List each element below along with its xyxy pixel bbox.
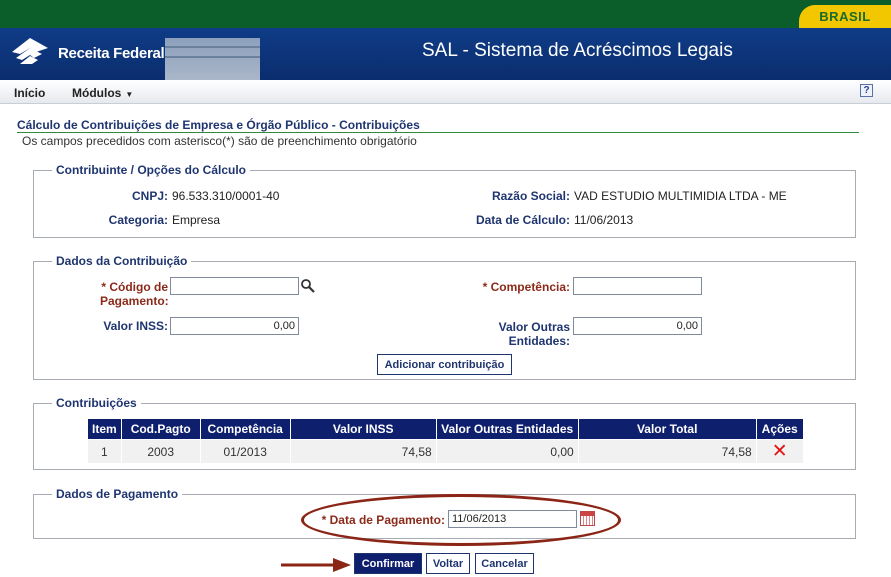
highlight-ellipse: [301, 494, 621, 546]
col-valor-total: Valor Total: [577, 418, 757, 440]
contributions-table: Item Cod.Pagto Competência Valor INSS Va…: [87, 418, 804, 464]
help-icon[interactable]: ?: [860, 84, 873, 97]
receita-logo[interactable]: Receita Federal: [8, 34, 165, 72]
menu-modules[interactable]: Módulos ▼: [72, 86, 133, 100]
valor-outras-label: Valor Outras: [498, 320, 570, 334]
col-competencia: Competência: [199, 418, 291, 440]
table-row: 1 2003 01/2013 74,58 0,00 74,58 ✕: [87, 439, 804, 464]
back-button[interactable]: Voltar: [426, 553, 470, 574]
building-image: [165, 38, 260, 80]
cell-competencia: 01/2013: [199, 439, 291, 464]
cell-valor-inss: 74,58: [289, 439, 437, 464]
contribuicoes-legend: Contribuições: [52, 396, 141, 410]
valor-inss-label: Valor INSS:: [103, 319, 168, 333]
col-acoes: Ações: [755, 418, 804, 440]
search-icon[interactable]: [300, 278, 315, 293]
valor-outras-input[interactable]: 0,00: [573, 317, 702, 335]
cell-valor-outras: 0,00: [435, 439, 579, 464]
cell-item: 1: [87, 439, 122, 464]
cnpj-value: 96.533.310/0001-40: [172, 189, 280, 203]
cnpj-label: CNPJ:: [131, 189, 168, 203]
competencia-input[interactable]: [573, 277, 702, 295]
contribuinte-legend: Contribuinte / Opções do Cálculo: [52, 163, 251, 177]
dados-contribuicao-legend: Dados da Contribuição: [52, 254, 192, 268]
codigo-pagamento-label-2: Pagamento:: [100, 294, 169, 308]
razao-social-value: VAD ESTUDIO MULTIMIDIA LTDA - ME: [574, 189, 787, 203]
data-calculo-label: Data de Cálculo:: [475, 213, 570, 227]
col-valor-outras: Valor Outras Entidades: [435, 418, 579, 440]
system-title: SAL - Sistema de Acréscimos Legais: [422, 40, 733, 61]
page-title: Cálculo de Contribuições de Empresa e Ór…: [17, 118, 420, 132]
valor-outras-label-2: Entidades:: [508, 334, 570, 348]
data-calculo-value: 11/06/2013: [574, 213, 634, 227]
col-item: Item: [87, 418, 122, 440]
cell-valor-total: 74,58: [577, 439, 757, 464]
add-contribution-button[interactable]: Adicionar contribuição: [377, 354, 512, 375]
arrow-right-icon: [281, 558, 351, 572]
delete-x-icon[interactable]: ✕: [772, 442, 788, 461]
valor-inss-input[interactable]: 0,00: [170, 317, 299, 335]
confirm-button[interactable]: Confirmar: [354, 553, 422, 574]
menu-bar: Início Módulos ▼ ?: [0, 80, 891, 104]
menu-home[interactable]: Início: [14, 86, 45, 100]
pagamento-legend: Dados de Pagamento: [52, 487, 183, 501]
col-cod-pagto: Cod.Pagto: [120, 418, 201, 440]
categoria-value: Empresa: [172, 213, 221, 227]
site-header: Receita Federal SAL - Sistema de Acrésci…: [0, 28, 891, 80]
cancel-button[interactable]: Cancelar: [475, 553, 534, 574]
categoria-label: Categoria:: [108, 213, 168, 227]
receita-emblem-icon: [12, 38, 48, 64]
codigo-pagamento-input[interactable]: [170, 277, 299, 295]
codigo-pagamento-label: * Código de: [101, 280, 168, 294]
menu-modules-label: Módulos: [72, 86, 122, 100]
competencia-label: * Competência:: [482, 280, 570, 294]
col-valor-inss: Valor INSS: [289, 418, 437, 440]
gov-bar: [0, 0, 891, 28]
chevron-down-icon: ▼: [125, 90, 134, 99]
razao-social-label: Razão Social:: [491, 189, 570, 203]
table-header-row: Item Cod.Pagto Competência Valor INSS Va…: [87, 418, 804, 440]
brasil-badge[interactable]: BRASIL: [799, 5, 891, 28]
contribuinte-fieldset: Contribuinte / Opções do Cálculo: [33, 163, 856, 238]
org-name: Receita Federal: [58, 44, 165, 62]
required-note: Os campos precedidos com asterisco(*) sã…: [22, 134, 417, 148]
cell-acoes: ✕: [755, 439, 804, 464]
cell-cod-pagto: 2003: [120, 439, 201, 464]
title-divider: [17, 132, 859, 133]
